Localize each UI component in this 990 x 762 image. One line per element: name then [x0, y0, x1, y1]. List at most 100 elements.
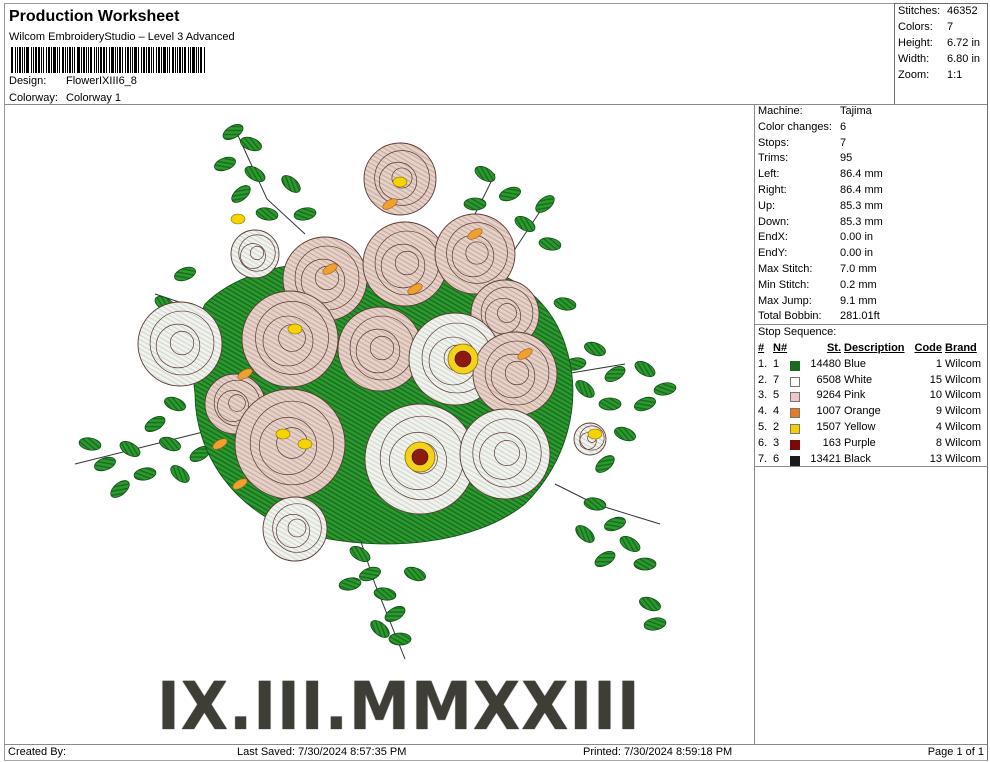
design-row: Design: FlowerIXIII6_8 — [9, 75, 137, 87]
barcode-bar — [81, 47, 82, 73]
barcode-bar — [109, 47, 110, 73]
color-swatch — [790, 408, 800, 419]
barcode-bar — [169, 47, 170, 73]
thread-brand: Wilcom — [945, 405, 982, 418]
info-row: Down: 85.3 mm — [758, 216, 883, 228]
color-code: 8 — [935, 436, 942, 449]
stitches-row: Stitches: 46352 — [898, 5, 978, 17]
leaf — [614, 426, 636, 442]
table-bottom-divider — [755, 466, 988, 467]
col-code: Code — [914, 342, 943, 354]
barcode-bar — [184, 47, 186, 73]
col-description: Description — [844, 342, 905, 354]
info-label: Max Stitch: — [758, 263, 813, 275]
leaf — [359, 566, 381, 582]
needle-number: 4 — [773, 405, 780, 418]
leaf — [653, 382, 677, 396]
info-label: Right: — [758, 184, 787, 196]
row-num: 2. — [758, 373, 768, 386]
color-swatch — [790, 439, 800, 450]
table-row: 4. 4 1007 Orange 9 Wilcom — [755, 405, 989, 421]
leaf — [595, 455, 615, 473]
row-num: 6. — [758, 436, 768, 449]
barcode-bar — [156, 47, 157, 73]
leaf — [78, 437, 102, 451]
info-value: 86.4 mm — [840, 168, 883, 181]
barcode-bar — [46, 47, 47, 73]
barcode-bar — [117, 47, 118, 73]
barcode-bar — [69, 47, 71, 73]
info-row: Right: 86.4 mm — [758, 184, 883, 196]
design-label: Design: — [9, 75, 47, 87]
petal-outline — [472, 331, 558, 417]
stitches-label: Stitches: — [898, 5, 941, 17]
info-row: EndY: 0.00 in — [758, 247, 873, 259]
info-label: Max Jump: — [758, 294, 812, 307]
info-row: Stops: 7 — [758, 137, 846, 149]
col-brand: Brand — [945, 342, 977, 354]
barcode-bar — [96, 47, 97, 73]
leaf — [463, 197, 487, 211]
width-value: 6.80 in — [947, 53, 981, 65]
barcode-bar — [175, 47, 176, 73]
color-description: Pink — [844, 389, 866, 402]
leaf — [384, 606, 406, 622]
table-row: 1. 1 14480 Blue 1 Wilcom — [755, 358, 989, 374]
color-code: 13 — [929, 452, 942, 465]
zoom-row: Zoom: 1:1 — [898, 69, 962, 81]
needle-number: 7 — [773, 373, 780, 386]
barcode-bar — [35, 47, 37, 73]
yellow-bud — [297, 438, 313, 450]
info-row: Left: 86.4 mm — [758, 168, 883, 180]
needle-number: 6 — [773, 452, 780, 465]
width-label: Width: — [898, 53, 930, 65]
row-num: 3. — [758, 389, 768, 402]
barcode-bar — [141, 47, 142, 73]
leaf — [293, 207, 317, 221]
barcode-bar — [106, 47, 107, 73]
row-num: 1. — [758, 357, 768, 370]
info-row: Trims: 95 — [758, 152, 852, 164]
info-value: 7 — [840, 136, 847, 149]
leaf — [110, 480, 130, 498]
row-num: 4. — [758, 405, 768, 418]
table-row: 6. 3 163 Purple 8 Wilcom — [755, 437, 989, 453]
barcode-bar — [132, 47, 133, 73]
color-description: Yellow — [844, 420, 876, 433]
pink-flower — [472, 331, 558, 417]
barcode-bar — [53, 47, 56, 73]
pink-flower — [337, 306, 423, 392]
leaf — [575, 380, 595, 398]
color-code: 15 — [929, 373, 942, 386]
barcode-bar — [148, 47, 150, 73]
barcode-bar — [198, 47, 199, 73]
info-value: 6 — [840, 120, 847, 133]
info-label: Total Bobbin: — [758, 310, 822, 323]
barcode-bar — [59, 47, 60, 73]
barcode-bar — [31, 47, 32, 73]
barcode-bar — [11, 47, 13, 73]
barcode-bar — [100, 47, 102, 73]
row-num: 7. — [758, 452, 768, 465]
thread-brand: Wilcom — [945, 373, 982, 386]
white-flower — [137, 301, 223, 387]
leaf — [598, 397, 622, 411]
leaf — [281, 175, 301, 193]
stop-sequence-label: Stop Sequence: — [758, 326, 837, 338]
colors-row: Colors: 7 — [898, 21, 953, 33]
leaf — [240, 136, 262, 152]
col-num: # — [758, 342, 765, 354]
color-swatch — [790, 360, 800, 371]
barcode-bar — [125, 47, 126, 73]
barcode-bar — [130, 47, 131, 73]
barcode-bar — [33, 47, 34, 73]
info-row: Up: 85.3 mm — [758, 200, 883, 212]
info-value: 281.01ft — [840, 310, 880, 323]
stitch-count: 13421 — [810, 452, 841, 465]
leaf — [214, 156, 236, 172]
info-label: Min Stitch: — [758, 278, 810, 291]
barcode — [11, 47, 211, 73]
leaf — [583, 497, 607, 511]
thread-brand: Wilcom — [945, 357, 982, 370]
yellow-bud — [287, 323, 303, 335]
